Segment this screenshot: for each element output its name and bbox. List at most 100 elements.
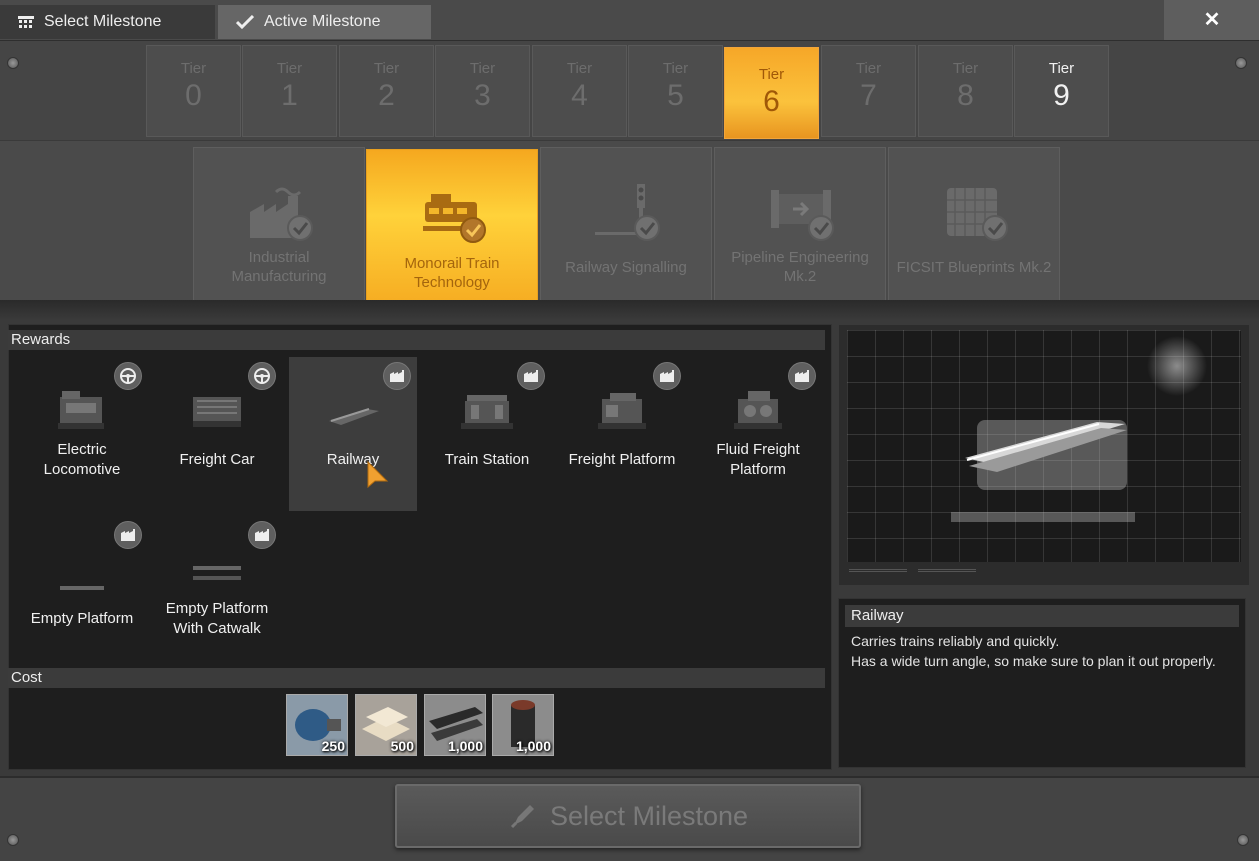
rewards-header: Rewards <box>8 330 825 350</box>
milestone-railway-signalling[interactable]: Railway Signalling <box>540 147 712 313</box>
tier-label: Tier <box>952 60 979 77</box>
tier-2[interactable]: Tier 2 <box>339 45 434 137</box>
item-preview <box>847 330 1241 562</box>
tier-label: Tier <box>180 60 207 77</box>
reward-label: Empty Platform <box>30 610 134 627</box>
screw-decoration <box>7 57 19 69</box>
screw-decoration <box>1235 57 1247 69</box>
tab-select-milestone[interactable]: Select Milestone <box>0 5 215 39</box>
tier-6[interactable]: Tier 6 <box>724 47 819 139</box>
description-title: Railway <box>845 605 1239 627</box>
factory-icon <box>250 187 313 241</box>
tier-3[interactable]: Tier 3 <box>435 45 530 137</box>
milestone-selector: Industrial Manufacturing Monorail Train … <box>0 140 1259 315</box>
tier-number: 7 <box>860 79 877 112</box>
empty-platform-catwalk-icon <box>193 566 241 580</box>
tier-0[interactable]: Tier 0 <box>146 45 241 137</box>
tier-label: Tier <box>469 60 496 77</box>
reward-train-station[interactable]: Train Station <box>423 357 551 511</box>
reward-freight-car[interactable]: Freight Car <box>153 357 281 511</box>
close-button[interactable]: ✕ <box>1198 6 1226 34</box>
tier-8[interactable]: Tier 8 <box>918 45 1013 137</box>
tier-selector: Tier 0 Tier 1 Tier 2 Tier 3 Tier 4 Tier … <box>0 40 1259 140</box>
cost-amount: 500 <box>390 738 414 754</box>
select-milestone-label: Select Milestone <box>549 800 749 831</box>
reward-empty-platform-with-catwalk[interactable]: Empty Platform With Catwalk <box>153 516 281 670</box>
reward-label: Train Station <box>444 451 530 468</box>
cursor-icon <box>367 461 389 489</box>
empty-platform-icon <box>60 586 104 590</box>
tier-number: 2 <box>378 79 395 112</box>
screw-decoration <box>7 834 19 846</box>
milestone-label: Pipeline Engineering Mk.2 <box>731 249 869 285</box>
fluid-freight-platform-icon <box>734 391 782 429</box>
reward-label: Electric Locomotive <box>43 441 121 478</box>
reward-electric-locomotive[interactable]: Electric Locomotive <box>18 357 146 511</box>
tier-number: 8 <box>957 79 974 112</box>
tier-9[interactable]: Tier 9 <box>1014 45 1109 137</box>
reward-label: Empty Platform With Catwalk <box>165 600 269 637</box>
building-icon <box>248 521 276 549</box>
rocket-icon <box>510 805 534 829</box>
tier-label: Tier <box>758 66 785 83</box>
tier-4[interactable]: Tier 4 <box>532 45 627 137</box>
checkmark-icon <box>236 15 254 29</box>
reward-freight-platform[interactable]: Freight Platform <box>558 357 686 511</box>
tab-active-milestone-label: Active Milestone <box>264 13 381 30</box>
reward-label: Freight Platform <box>568 451 676 468</box>
train-icon <box>423 194 486 243</box>
vehicle-icon <box>248 362 276 390</box>
reward-empty-platform[interactable]: Empty Platform <box>18 516 146 670</box>
description-text: Carries trains reliably and quickly. Has… <box>851 633 1216 669</box>
cost-header: Cost <box>8 668 825 688</box>
description-panel: Railway Carries trains reliably and quic… <box>838 598 1246 768</box>
freight-car-icon <box>193 397 241 427</box>
freight-platform-icon <box>598 393 646 429</box>
pipeline-icon <box>771 190 834 241</box>
reward-railway[interactable]: Railway <box>289 357 417 511</box>
reward-fluid-freight-platform[interactable]: Fluid Freight Platform <box>694 357 822 511</box>
tier-label: Tier <box>373 60 400 77</box>
tier-1[interactable]: Tier 1 <box>242 45 337 137</box>
tier-number: 5 <box>667 79 684 112</box>
tier-number: 9 <box>1053 79 1070 112</box>
tier-label: Tier <box>566 60 593 77</box>
milestone-label: FICSIT Blueprints Mk.2 <box>896 259 1052 276</box>
tab-select-milestone-label: Select Milestone <box>44 13 162 30</box>
milestone-pipeline-engineering-mk2[interactable]: Pipeline Engineering Mk.2 <box>714 147 886 313</box>
top-tab-bar: Select Milestone Active Milestone ✕ <box>0 0 1259 40</box>
building-icon <box>788 362 816 390</box>
milestone-industrial-manufacturing[interactable]: Industrial Manufacturing <box>193 147 365 313</box>
cost-amount: 1,000 <box>515 738 551 754</box>
railway-icon <box>329 408 379 425</box>
tier-label: Tier <box>276 60 303 77</box>
blueprint-icon <box>947 188 1008 241</box>
tier-label: Tier <box>1048 60 1075 77</box>
cost-motor[interactable]: 250 <box>286 694 348 756</box>
building-icon <box>383 362 411 390</box>
milestone-monorail-train-technology[interactable]: Monorail Train Technology <box>366 149 538 315</box>
tier-number: 3 <box>474 79 491 112</box>
divider <box>0 300 1259 320</box>
tier-5[interactable]: Tier 5 <box>628 45 723 137</box>
cost-amount: 1,000 <box>447 738 483 754</box>
tier-number: 0 <box>185 79 202 112</box>
signal-icon <box>595 184 660 241</box>
railway-preview-image <box>951 336 1207 522</box>
milestone-label: Railway Signalling <box>565 259 687 276</box>
tier-7[interactable]: Tier 7 <box>821 45 916 137</box>
tab-active-milestone[interactable]: Active Milestone <box>218 5 431 39</box>
tier-number: 4 <box>571 79 588 112</box>
cost-steel-beam[interactable]: 1,000 <box>424 694 486 756</box>
tier-label: Tier <box>662 60 689 77</box>
cost-steel-pipe[interactable]: 1,000 <box>492 694 554 756</box>
select-milestone-button[interactable]: Select Milestone <box>395 784 861 848</box>
screw-decoration <box>1237 834 1249 846</box>
building-icon <box>653 362 681 390</box>
milestone-ficsit-blueprints-mk2[interactable]: FICSIT Blueprints Mk.2 <box>888 147 1060 313</box>
electric-locomotive-icon <box>58 391 104 429</box>
reward-label: Railway <box>326 451 380 468</box>
tier-number: 6 <box>763 85 780 118</box>
cost-concrete[interactable]: 500 <box>355 694 417 756</box>
milestone-list-icon <box>18 16 34 28</box>
